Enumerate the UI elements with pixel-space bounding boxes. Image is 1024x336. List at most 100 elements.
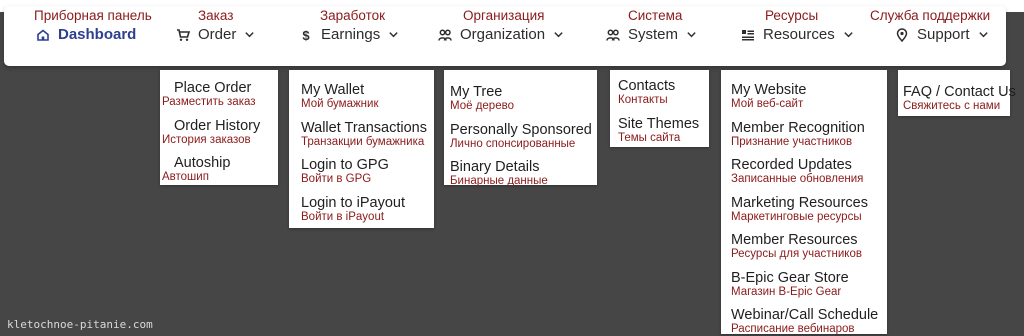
menu-item-translation: Расписание вебинаров	[731, 323, 855, 335]
menu-item-translation: Темы сайта	[618, 132, 681, 144]
nav-main-label-row[interactable]: Order	[176, 26, 255, 43]
menu-item-translation: Войти в iPayout	[301, 211, 385, 223]
menu-item-translation: Мой бумажник	[301, 98, 379, 110]
nav-label: System	[628, 26, 679, 43]
menu-item-translation: Моё дерево	[450, 100, 514, 112]
menu-item-label: My Website	[731, 82, 807, 98]
menu-item-label: My Tree	[450, 84, 503, 100]
nav-label: Dashboard	[58, 26, 137, 43]
menu-item-label: Contacts	[618, 78, 676, 94]
chevron-down-icon	[553, 29, 564, 40]
menu-item-resources[interactable]: Marketing Resources Маркетинговые ресурсы	[721, 195, 868, 224]
menu-item-resources[interactable]: Member Recognition Признание участников	[721, 120, 865, 149]
nav-main-label-row[interactable]: System	[606, 26, 697, 43]
nav-label: Resources	[763, 26, 835, 43]
menu-item-organization[interactable]: Binary Details Бинарные данные	[444, 159, 548, 188]
chevron-down-icon	[978, 29, 989, 40]
menu-item-label: Binary Details	[450, 159, 540, 175]
menu-item-order[interactable]: Place Order Разместить заказ	[160, 80, 256, 109]
menu-item-resources[interactable]: B-Epic Gear Store Магазин B-Epic Gear	[721, 270, 849, 299]
nav-ru-label: Служба поддержки	[870, 8, 991, 23]
menu-item-label: Marketing Resources	[731, 195, 868, 211]
nav-label: Earnings	[321, 26, 381, 43]
nav-main-label-row[interactable]: $ Earnings	[299, 26, 399, 43]
menu-item-system[interactable]: Contacts Контакты	[610, 78, 675, 107]
system-dropdown-menu: Contacts Контакты Site Themes Темы сайта	[610, 70, 709, 147]
menu-item-label: Login to iPayout	[301, 195, 405, 211]
cart-icon	[176, 28, 190, 42]
svg-text:$: $	[302, 28, 310, 42]
menu-item-earnings[interactable]: Login to iPayout Войти в iPayout	[289, 195, 405, 224]
menu-item-translation: Разместить заказ	[162, 96, 256, 108]
menu-item-system[interactable]: Site Themes Темы сайта	[610, 116, 699, 145]
menu-item-label: Order History	[174, 118, 261, 134]
menu-item-order[interactable]: Order History История заказов	[160, 118, 260, 147]
menu-item-order[interactable]: Autoship Автошип	[160, 155, 230, 184]
chevron-down-icon	[388, 29, 399, 40]
menu-item-support[interactable]: FAQ / Contact Us Свяжитесь с нами	[898, 84, 1016, 113]
menu-item-translation: Автошип	[162, 171, 209, 183]
list-icon	[741, 28, 755, 42]
nav-main-label-row[interactable]: Organization	[438, 26, 564, 43]
menu-item-translation: Свяжитесь с нами	[903, 100, 1001, 112]
menu-item-label: Member Recognition	[731, 120, 865, 136]
users-icon	[438, 28, 452, 42]
menu-item-translation: Лично спонсированные	[450, 138, 576, 150]
menu-item-earnings[interactable]: Wallet Transactions Транзакции бумажника	[289, 120, 427, 149]
nav-main-label-row[interactable]: Resources	[741, 26, 854, 43]
nav-main-label-row[interactable]: Support	[895, 26, 989, 43]
order-dropdown-menu: Place Order Разместить заказ Order History…	[160, 70, 278, 185]
users-icon	[606, 28, 620, 42]
chevron-down-icon	[244, 29, 255, 40]
chevron-down-icon	[686, 29, 697, 40]
menu-item-label: Personally Sponsored	[450, 122, 592, 138]
menu-item-translation: История заказов	[162, 134, 251, 146]
menu-item-label: Webinar/Call Schedule	[731, 307, 879, 323]
menu-item-label: Recorded Updates	[731, 157, 852, 173]
menu-item-translation: Магазин B-Epic Gear	[731, 286, 842, 298]
organization-dropdown-menu: My Tree Моё дерево Personally Sponsored Лич…	[444, 70, 597, 188]
menu-item-resources[interactable]: Member Resources Ресурсы для участников	[721, 232, 862, 261]
menu-item-organization[interactable]: Personally Sponsored Лично спонсированные	[444, 122, 592, 151]
resources-dropdown-menu: My Website Мой веб-сайт Member Recognition…	[721, 70, 887, 336]
menu-item-translation: Ресурсы для участников	[731, 248, 862, 260]
menu-item-resources[interactable]: Webinar/Call Schedule Расписание вебинаро…	[721, 307, 878, 336]
menu-item-label: B-Epic Gear Store	[731, 270, 849, 286]
support-dropdown-menu: FAQ / Contact Us Свяжитесь с нами	[898, 70, 1016, 116]
menu-item-label: Wallet Transactions	[301, 120, 427, 136]
menu-item-resources[interactable]: My Website Мой веб-сайт	[721, 82, 806, 111]
menu-item-translation: Маркетинговые ресурсы	[731, 211, 862, 223]
menu-item-translation: Войти в GPG	[301, 173, 372, 185]
nav-ru-label: Ресурсы	[765, 8, 819, 23]
menu-item-label: Place Order	[174, 80, 252, 96]
dollar-icon: $	[299, 28, 313, 42]
nav-label: Organization	[460, 26, 546, 43]
map-pin-icon	[895, 27, 909, 42]
menu-item-label: Site Themes	[618, 116, 700, 132]
menu-item-resources[interactable]: Recorded Updates Записанные обновления	[721, 157, 863, 186]
earnings-dropdown-menu: My Wallet Мой бумажник Wallet Transactions…	[289, 70, 434, 228]
menu-item-label: FAQ / Contact Us	[903, 84, 1016, 100]
menu-item-translation: Бинарные данные	[450, 175, 548, 187]
menu-item-translation: Признание участников	[731, 136, 853, 148]
home-icon	[36, 28, 50, 42]
nav-ru-label: Заказ	[198, 8, 234, 23]
menu-item-label: Login to GPG	[301, 157, 389, 173]
nav-ru-label: Организация	[463, 8, 545, 23]
menu-item-earnings[interactable]: My Wallet Мой бумажник	[289, 82, 378, 111]
nav-label: Support	[917, 26, 970, 43]
menu-item-label: Member Resources	[731, 232, 858, 248]
menu-item-label: Autoship	[174, 155, 231, 171]
menu-item-translation: Мой веб-сайт	[731, 98, 804, 110]
menu-item-label: My Wallet	[301, 82, 365, 98]
menu-item-translation: Контакты	[618, 94, 668, 106]
menu-item-earnings[interactable]: Login to GPG Войти в GPG	[289, 157, 389, 186]
nav-ru-label: Система	[628, 8, 683, 23]
chevron-down-icon	[843, 29, 854, 40]
menu-item-organization[interactable]: My Tree Моё дерево	[444, 84, 514, 113]
nav-ru-label: Приборная панель	[34, 8, 152, 23]
menu-item-translation: Транзакции бумажника	[301, 136, 425, 148]
watermark-text: kletochnoe-pitanie.com	[7, 318, 153, 331]
nav-ru-label: Заработок	[320, 8, 386, 23]
nav-main-label-row[interactable]: Dashboard	[36, 26, 136, 43]
